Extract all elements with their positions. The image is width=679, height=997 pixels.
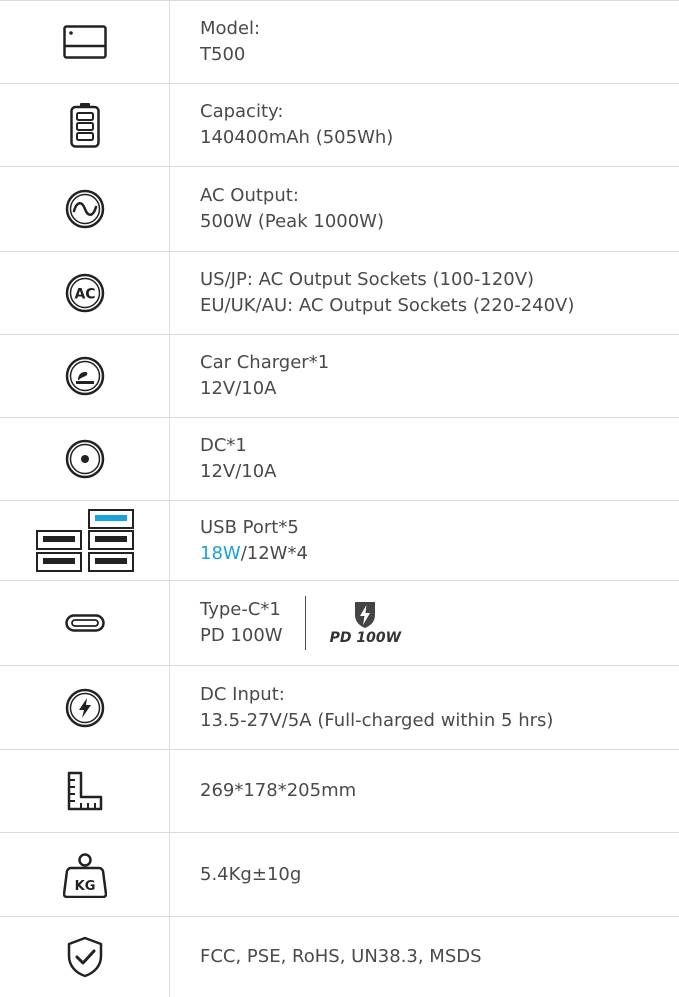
spec-row-dimensions: 269*178*205mm [0,750,679,833]
spec-value: 269*178*205mm [200,780,357,801]
sine-wave-icon [65,189,105,229]
usb-rest-value: /12W*4 [240,542,308,564]
battery-icon [69,102,100,148]
spec-label: AC Output: [200,185,299,206]
ruler-icon [67,771,103,811]
spec-row-car-charger: Car Charger*1 12V/10A [0,335,679,418]
spec-text: 5.4Kg±10g [170,833,679,916]
spec-value: EU/UK/AU: AC Output Sockets (220-240V) [200,295,575,316]
icon-cell [0,418,170,500]
spec-value: 12V/10A [200,378,277,399]
spec-row-usb: USB Port*5 18W/12W*4 [0,501,679,581]
pd-badge: PD 100W [330,601,401,646]
spec-row-type-c: Type-C*1 PD 100W PD 100W [0,581,679,666]
icon-cell [0,167,170,251]
pd-badge-label: PD 100W [329,629,402,646]
icon-cell [0,501,170,580]
device-icon [62,25,107,59]
spec-row-ac-output: AC Output: 500W (Peak 1000W) [0,167,679,252]
spec-text: Car Charger*1 12V/10A [170,335,679,417]
spec-label: DC Input: [200,683,285,705]
spec-label: Capacity: [200,101,284,122]
icon-cell [0,917,170,997]
spec-text: Type-C*1 PD 100W PD 100W [170,581,679,665]
weight-icon-label: KG [74,879,95,894]
spec-row-certifications: FCC, PSE, RoHS, UN38.3, MSDS [0,917,679,997]
spec-row-dc-input: DC Input: 13.5-27V/5A (Full-charged with… [0,666,679,750]
spec-text: USB Port*5 18W/12W*4 [170,501,679,580]
spec-value: 12V/10A [200,461,277,482]
shield-check-icon [66,936,104,978]
icon-cell [0,335,170,417]
icon-cell [0,1,170,83]
spec-text: 269*178*205mm [170,750,679,832]
icon-cell: KG [0,833,170,916]
spec-table: Model: T500 Capacity: 140400mAh (505Wh) [0,0,679,997]
type-c-icon [64,614,105,632]
spec-label: Type-C*1 [200,599,281,620]
spec-row-weight: KG 5.4Kg±10g [0,833,679,917]
icon-cell [0,581,170,665]
icon-cell [0,750,170,832]
ac-icon: AC [65,273,105,313]
spec-text: Capacity: 140400mAh (505Wh) [170,84,679,166]
spec-text: Model: T500 [170,1,679,83]
spec-label: Car Charger*1 [200,352,330,373]
spec-label: USB Port*5 [200,516,299,538]
ac-icon-label: AC [74,287,95,303]
spec-label: US/JP: AC Output Sockets (100-120V) [200,269,535,290]
spec-value: 18W/12W*4 [200,541,679,567]
spec-text: DC Input: 13.5-27V/5A (Full-charged with… [170,666,679,749]
weight-icon: KG [62,852,107,898]
car-charger-icon [65,356,105,396]
icon-cell: AC [0,252,170,334]
vertical-divider [304,596,306,650]
spec-value: 5.4Kg±10g [200,863,302,885]
spec-value: T500 [200,44,246,65]
spec-value: FCC, PSE, RoHS, UN38.3, MSDS [200,946,482,967]
spec-value: PD 100W [200,625,283,646]
spec-label: Model: [200,18,261,39]
spec-text: AC Output: 500W (Peak 1000W) [170,167,679,251]
spec-text: DC*1 12V/10A [170,418,679,500]
spec-value: 500W (Peak 1000W) [200,211,384,232]
spec-row-dc: DC*1 12V/10A [0,418,679,501]
spec-value: 13.5-27V/5A (Full-charged within 5 hrs) [200,709,554,731]
spec-row-ac-sockets: AC US/JP: AC Output Sockets (100-120V) E… [0,252,679,335]
icon-cell [0,84,170,166]
spec-text: US/JP: AC Output Sockets (100-120V) EU/U… [170,252,679,334]
dc-port-icon [65,439,105,479]
pd-shield-icon [352,601,378,629]
icon-cell [0,666,170,749]
dc-input-icon [65,688,105,728]
spec-value: 140400mAh (505Wh) [200,127,394,148]
spec-row-model: Model: T500 [0,0,679,84]
spec-label: DC*1 [200,435,247,456]
spec-row-capacity: Capacity: 140400mAh (505Wh) [0,84,679,167]
usb-ports-icon [35,508,135,573]
spec-text: FCC, PSE, RoHS, UN38.3, MSDS [170,917,679,997]
usb-highlight-value: 18W [200,542,241,564]
